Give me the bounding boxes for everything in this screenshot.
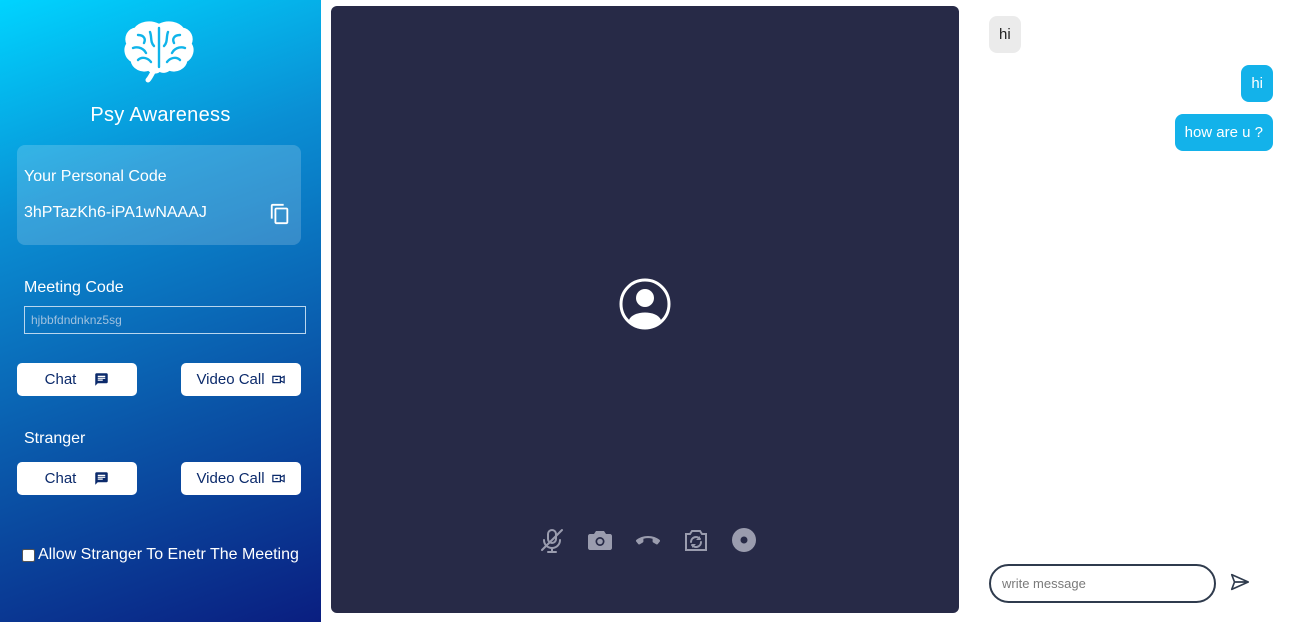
stranger-chat-button[interactable]: Chat xyxy=(17,462,137,495)
copy-icon[interactable] xyxy=(269,203,291,225)
meeting-chat-label: Chat xyxy=(44,371,77,388)
mute-mic-button[interactable] xyxy=(538,526,566,554)
video-camera-icon xyxy=(271,474,285,483)
switch-camera-icon xyxy=(685,530,707,551)
chat-message-incoming: hi xyxy=(989,16,1021,53)
stranger-chat-label: Chat xyxy=(44,470,77,487)
record-button[interactable] xyxy=(730,526,758,554)
allow-stranger-label: Allow Stranger To Enetr The Meeting xyxy=(38,546,299,563)
hang-up-icon xyxy=(635,536,661,545)
personal-code-card: Your Personal Code 3hPTazKh6-iPA1wNAAAJ xyxy=(17,145,301,245)
chat-message-outgoing: hi xyxy=(1241,65,1273,102)
user-avatar-icon xyxy=(619,278,671,330)
camera-toggle-button[interactable] xyxy=(586,526,614,554)
video-camera-icon xyxy=(271,375,285,384)
message-input[interactable] xyxy=(989,564,1216,603)
chat-icon xyxy=(95,472,109,485)
meeting-code-label: Meeting Code xyxy=(24,279,124,296)
stranger-video-call-button[interactable]: Video Call xyxy=(181,462,301,495)
app-root: Psy Awareness Your Personal Code 3hPTazK… xyxy=(0,0,1292,622)
meeting-chat-button[interactable]: Chat xyxy=(17,363,137,396)
app-name: Psy Awareness xyxy=(90,104,231,126)
hang-up-button[interactable] xyxy=(634,526,662,554)
camera-icon xyxy=(588,531,612,550)
mic-off-icon xyxy=(541,529,563,553)
personal-code-value: 3hPTazKh6-iPA1wNAAAJ xyxy=(24,204,207,221)
chat-message-outgoing: how are u ? xyxy=(1174,114,1273,151)
sidebar: Psy Awareness Your Personal Code 3hPTazK… xyxy=(0,0,321,622)
meeting-video-call-label: Video Call xyxy=(196,371,265,388)
chat-icon xyxy=(95,373,109,386)
brain-logo-icon xyxy=(124,21,194,83)
allow-stranger-row[interactable]: Allow Stranger To Enetr The Meeting xyxy=(22,546,299,564)
personal-code-title: Your Personal Code xyxy=(24,168,167,185)
send-icon[interactable] xyxy=(1229,571,1251,593)
video-panel xyxy=(331,6,959,613)
stranger-video-call-label: Video Call xyxy=(196,470,265,487)
meeting-code-input[interactable] xyxy=(24,306,306,334)
meeting-video-call-button[interactable]: Video Call xyxy=(181,363,301,396)
allow-stranger-checkbox[interactable] xyxy=(22,548,35,562)
chat-panel: hi hi how are u ? xyxy=(959,0,1292,622)
switch-camera-button[interactable] xyxy=(682,526,710,554)
call-controls xyxy=(538,526,758,554)
stranger-label: Stranger xyxy=(24,430,86,447)
record-icon xyxy=(732,528,756,552)
